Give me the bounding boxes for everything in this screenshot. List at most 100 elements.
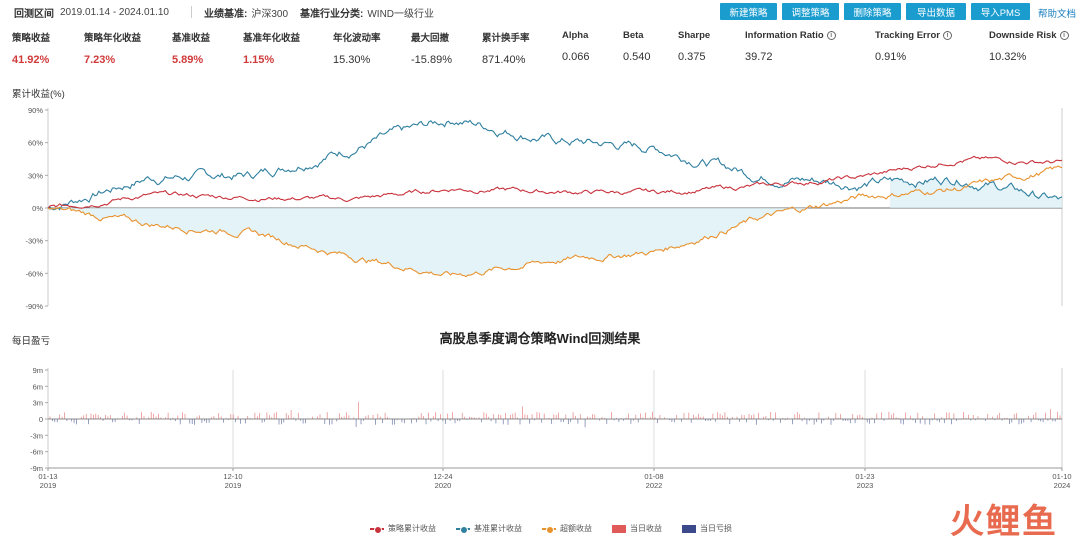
metric-8: Beta 0.540	[623, 30, 651, 63]
x-tick-date: 01-08	[644, 472, 663, 481]
legend-strategy[interactable]: 策略累计收益	[370, 523, 436, 534]
y-tick-label: 3m	[33, 399, 43, 408]
legend-loss[interactable]: 当日亏损	[682, 523, 732, 534]
metric-value: 871.40%	[482, 54, 526, 66]
metric-value: 0.375	[678, 51, 706, 63]
metric-value: 0.066	[562, 51, 590, 63]
metric-label: 基准收益	[172, 33, 211, 44]
benchmark-group: 业绩基准: 沪深300	[204, 5, 288, 20]
metric-3: 基准年化收益 1.15%	[243, 30, 300, 66]
metric-value: 15.30%	[333, 54, 371, 66]
daily-pnl-label: 每日盈亏	[12, 336, 51, 347]
legend-label: 策略累计收益	[388, 524, 436, 533]
cum-return-label: 累计收益(%)	[12, 89, 65, 100]
period-value[interactable]: 2019.01.14 - 2024.01.10	[60, 7, 169, 18]
legend-label: 超额收益	[560, 524, 592, 533]
metric-value: 0.540	[623, 51, 651, 63]
metric-value: 39.72	[745, 51, 773, 63]
delete-strategy-button[interactable]: 删除策略	[844, 3, 901, 20]
metric-label: 策略年化收益	[84, 33, 142, 44]
x-tick-year: 2022	[646, 481, 663, 490]
period-label: 回测区间	[14, 8, 54, 20]
cumulative-return-chart: 90% 60% 30% 0% -30% -60% -90%	[25, 106, 1063, 311]
y-tick-label: -6m	[30, 448, 43, 457]
y-tick-label: 6m	[33, 382, 43, 391]
info-icon[interactable]: i	[1059, 31, 1069, 40]
x-tick-year: 2019	[225, 481, 242, 490]
legend-gain[interactable]: 当日收益	[612, 523, 662, 534]
x-tick-year: 2023	[857, 481, 874, 490]
metric-label: 策略收益	[12, 33, 51, 44]
metric-label: Downside Risk i	[989, 30, 1069, 41]
y-tick-label: 60%	[28, 139, 43, 148]
chart-title: 高股息季度调仓策略Wind回测结果	[439, 331, 641, 346]
metric-value: -15.89%	[411, 54, 452, 66]
divider	[190, 6, 192, 18]
watermark-logo: 火鲤鱼	[950, 503, 1058, 541]
y-tick-label: 0%	[32, 204, 43, 213]
y-tick-label: 9m	[33, 366, 43, 375]
metric-value: 1.15%	[243, 54, 275, 66]
metric-label: Information Ratio i	[745, 30, 836, 41]
metric-label: 年化波动率	[333, 33, 381, 44]
x-tick-date: 01-10	[1052, 472, 1071, 481]
x-tick-date: 12-10	[223, 472, 242, 481]
metric-label: 累计换手率	[482, 33, 530, 44]
y-tick-label: -90%	[25, 302, 43, 311]
legend-excess[interactable]: 超额收益	[542, 523, 592, 534]
benchmark-label: 业绩基准:	[203, 8, 248, 20]
industry-group: 基准行业分类: WIND一级行业	[300, 5, 434, 20]
import-pms-button[interactable]: 导入PMS	[971, 3, 1030, 20]
adjust-strategy-button[interactable]: 调整策略	[782, 3, 839, 20]
metric-6: 累计换手率 871.40%	[482, 30, 530, 66]
y-tick-label: -60%	[25, 269, 43, 278]
info-icon[interactable]: i	[942, 31, 952, 40]
legend: 策略累计收益 基准累计收益 超额收益 当日收益 当日亏损	[370, 523, 752, 534]
x-tick-date: 01-13	[38, 472, 57, 481]
metrics-row: 策略收益 41.92% 策略年化收益 7.23% 基准收益 5.89% 基准年化收益 1.15…	[0, 30, 1080, 76]
x-tick-year: 2024	[1054, 481, 1071, 490]
new-strategy-button[interactable]: 新建策略	[720, 3, 777, 20]
metric-label: Sharpe	[678, 30, 711, 41]
metric-5: 最大回撤 -15.89%	[411, 30, 452, 66]
metric-label: 基准年化收益	[243, 33, 301, 44]
industry-value[interactable]: WIND一级行业	[367, 5, 434, 20]
metric-11: Tracking Error i 0.91%	[875, 30, 952, 63]
metric-value: 10.32%	[989, 51, 1027, 63]
metric-label: Beta	[623, 30, 644, 41]
export-data-button[interactable]: 导出数据	[906, 3, 966, 20]
help-link[interactable]: 帮助文档	[1038, 6, 1076, 20]
metric-value: 41.92%	[12, 54, 50, 66]
benchmark-value[interactable]: 沪深300	[251, 5, 288, 20]
y-tick-label: 90%	[28, 106, 43, 115]
metric-10: Information Ratio i 39.72	[745, 30, 836, 63]
metric-12: Downside Risk i 10.32%	[989, 30, 1069, 63]
metric-label: 最大回撤	[411, 33, 450, 44]
period-group: 回测区间 2019.01.14 - 2024.01.10	[14, 5, 169, 20]
metric-label: Alpha	[562, 30, 589, 41]
x-tick-date: 01-23	[855, 472, 874, 481]
metric-1: 策略年化收益 7.23%	[84, 30, 141, 66]
metric-value: 0.91%	[875, 51, 907, 63]
y-tick-label: -30%	[25, 237, 43, 246]
metric-7: Alpha 0.066	[562, 30, 590, 63]
metric-9: Sharpe 0.375	[678, 30, 710, 63]
x-tick-date: 12-24	[433, 472, 452, 481]
legend-label: 基准累计收益	[474, 524, 522, 533]
metric-4: 年化波动率 15.30%	[333, 30, 381, 66]
y-tick-label: 30%	[28, 171, 43, 180]
legend-label: 当日亏损	[700, 524, 732, 533]
daily-pnl-chart: 9m6m3m0-3m-6m-9m01-13201912-10201912-242…	[30, 366, 1072, 490]
excess-area	[48, 208, 1062, 277]
metric-value: 7.23%	[84, 54, 116, 66]
y-tick-label: 0	[39, 415, 43, 424]
metric-value: 5.89%	[172, 54, 204, 66]
legend-benchmark[interactable]: 基准累计收益	[456, 523, 522, 534]
x-tick-year: 2019	[40, 481, 57, 490]
metric-0: 策略收益 41.92%	[12, 30, 50, 66]
info-icon[interactable]: i	[826, 31, 836, 40]
metric-2: 基准收益 5.89%	[172, 30, 210, 66]
x-tick-year: 2020	[435, 481, 452, 490]
industry-label: 基准行业分类:	[300, 8, 364, 20]
legend-label: 当日收益	[630, 524, 662, 533]
